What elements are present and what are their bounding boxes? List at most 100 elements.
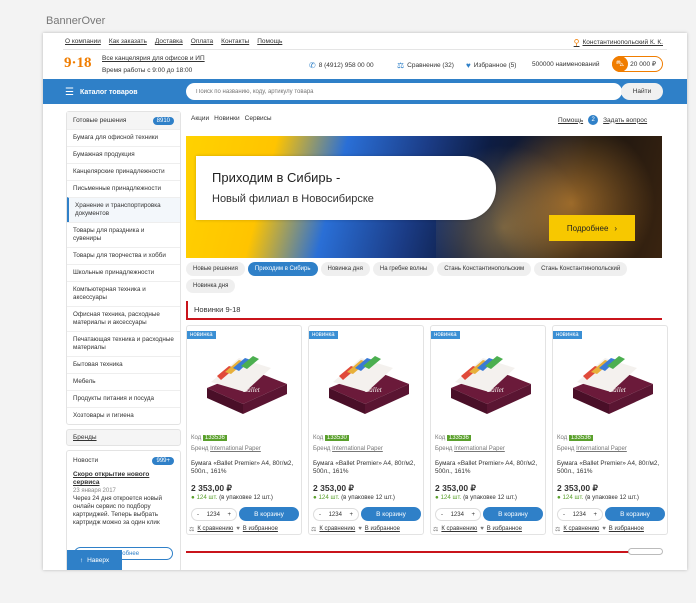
- category-item[interactable]: Товары для творчества и хобби: [67, 247, 180, 264]
- favorite-link[interactable]: В избранное: [243, 526, 278, 533]
- cart-button[interactable]: ⛍ 20 000 ₽: [612, 56, 663, 72]
- logo[interactable]: 9·18: [64, 55, 92, 72]
- product-brand: Бренд International Paper: [435, 446, 505, 452]
- top-link-how-to-order[interactable]: Как заказать: [109, 38, 147, 45]
- product-card[interactable]: новинка Ballet Код 133536 Бренд Internat…: [430, 325, 546, 535]
- category-item[interactable]: Канцелярские принадлежности: [67, 163, 180, 180]
- compare-link[interactable]: ⚖ Сравнение (32): [397, 61, 454, 70]
- category-menu: Готовые решения 8910 Бумага для офисной …: [66, 111, 181, 425]
- add-to-cart-button[interactable]: В корзину: [361, 507, 421, 521]
- plus-icon[interactable]: +: [227, 512, 231, 518]
- catalog-label: Каталог товаров: [79, 89, 138, 96]
- news-count: 999+: [152, 457, 174, 465]
- product-card[interactable]: новинка Ballet Код 133536 Бренд Internat…: [552, 325, 668, 535]
- help-link[interactable]: Помощь: [558, 117, 583, 124]
- plus-icon[interactable]: +: [349, 512, 353, 518]
- nav-promotions[interactable]: Акции: [191, 115, 209, 122]
- heart-icon: ♥: [236, 526, 240, 532]
- tag-chips: Новые решения Приходим в Сибирь Новинка …: [186, 262, 662, 293]
- top-link-help[interactable]: Помощь: [257, 38, 282, 45]
- chip[interactable]: Стань Константинопольский: [534, 262, 628, 276]
- plus-icon[interactable]: +: [471, 512, 475, 518]
- add-to-cart-button[interactable]: В корзину: [605, 507, 665, 521]
- in-stock-dot-icon: ●: [313, 494, 317, 501]
- category-item[interactable]: Школьные принадлежности: [67, 264, 180, 281]
- category-item[interactable]: Мебель: [67, 373, 180, 390]
- minus-icon[interactable]: -: [319, 512, 321, 518]
- top-link-payment[interactable]: Оплата: [191, 38, 213, 45]
- top-link-contacts[interactable]: Контакты: [221, 38, 249, 45]
- brands-link[interactable]: Бренды: [66, 429, 181, 446]
- news-title[interactable]: Скоро открытие нового сервиса: [73, 471, 174, 487]
- chip[interactable]: Новинка дня: [186, 279, 236, 293]
- chip[interactable]: Стань Константинопольским: [437, 262, 532, 276]
- favorites-link[interactable]: ♥ Избранное (5): [466, 61, 516, 70]
- carousel-track: [186, 551, 662, 553]
- add-to-cart-button[interactable]: В корзину: [239, 507, 299, 521]
- category-item[interactable]: Хозтовары и гигиена: [67, 407, 180, 424]
- compare-link[interactable]: К сравнению: [563, 526, 599, 533]
- catalog-button[interactable]: ☰ Каталог товаров: [65, 87, 138, 98]
- phone-number: 8 (4912) 958 00 00: [318, 62, 374, 69]
- cart-total: 20 000 ₽: [630, 61, 656, 68]
- news-label: Новости: [73, 457, 99, 464]
- favorite-link[interactable]: В избранное: [609, 526, 644, 533]
- scales-icon: ⚖: [311, 527, 317, 533]
- category-item[interactable]: Бумажная продукция: [67, 146, 180, 163]
- category-item-active[interactable]: Хранение и транспортировка документов: [67, 197, 180, 222]
- category-item[interactable]: Продукты питания и посуда: [67, 390, 180, 407]
- search-button[interactable]: Найти: [621, 83, 663, 100]
- category-item[interactable]: Печатающая техника и расходные материалы: [67, 331, 180, 356]
- chip[interactable]: Новые решения: [186, 262, 245, 276]
- phone[interactable]: ✆ 8 (4912) 958 00 00: [309, 61, 374, 70]
- minus-icon[interactable]: -: [441, 512, 443, 518]
- ready-solutions[interactable]: Готовые решения 8910: [67, 112, 180, 129]
- category-item[interactable]: Письменные принадлежности: [67, 180, 180, 197]
- tagline[interactable]: Все канцелярия для офисов и ИП: [102, 55, 205, 62]
- hero-banner[interactable]: Приходим в Сибирь - Новый филиал в Новос…: [186, 136, 662, 258]
- quantity-stepper[interactable]: -1234 +: [435, 508, 481, 521]
- category-item[interactable]: Офисная техника, расходные материалы и а…: [67, 306, 180, 331]
- product-price: 2 353,00 ₽: [435, 483, 476, 493]
- scroll-up-button[interactable]: ↑ Наверх: [67, 550, 122, 570]
- sidebar: Готовые решения 8910 Бумага для офисной …: [66, 111, 181, 570]
- category-item[interactable]: Компьютерная техника и аксессуары: [67, 281, 180, 306]
- favorite-link[interactable]: В избранное: [487, 526, 522, 533]
- top-link-about[interactable]: О компании: [65, 38, 101, 45]
- product-name[interactable]: Бумага «Ballet Premier» A4, 80г/м2, 500л…: [557, 460, 665, 476]
- carousel-scroll-thumb[interactable]: [628, 548, 663, 555]
- product-card[interactable]: новинка Ballet Код 133536 Бренд Internat…: [186, 325, 302, 535]
- search-input[interactable]: [186, 83, 622, 100]
- minus-icon[interactable]: -: [563, 512, 565, 518]
- plus-icon[interactable]: +: [593, 512, 597, 518]
- product-name[interactable]: Бумага «Ballet Premier» A4, 80г/м2, 500л…: [435, 460, 543, 476]
- quantity-stepper[interactable]: -1234 +: [191, 508, 237, 521]
- chip[interactable]: Новинка дня: [320, 262, 370, 276]
- product-card[interactable]: новинка Ballet Код 133530 Бренд Internat…: [308, 325, 424, 535]
- nav-new[interactable]: Новинки: [214, 115, 239, 122]
- ask-question-link[interactable]: Задать вопрос: [603, 117, 647, 124]
- nav-services[interactable]: Сервисы: [245, 115, 272, 122]
- compare-link[interactable]: К сравнению: [441, 526, 477, 533]
- quantity-stepper[interactable]: -1234 +: [313, 508, 359, 521]
- chip[interactable]: На гребне волны: [372, 262, 435, 276]
- compare-link[interactable]: К сравнению: [197, 526, 233, 533]
- favorite-link[interactable]: В избранное: [365, 526, 400, 533]
- add-to-cart-button[interactable]: В корзину: [483, 507, 543, 521]
- compare-link[interactable]: К сравнению: [319, 526, 355, 533]
- hero-more-button[interactable]: Подробнее ›: [549, 215, 635, 241]
- city-selector[interactable]: ⚲ Константинопольский К. К.: [574, 38, 663, 47]
- page-label: BannerOver: [46, 15, 106, 27]
- quantity-stepper[interactable]: -1234 +: [557, 508, 603, 521]
- minus-icon[interactable]: -: [197, 512, 199, 518]
- top-link-delivery[interactable]: Доставка: [155, 38, 183, 45]
- category-item[interactable]: Товары для праздника и сувениры: [67, 222, 180, 247]
- product-name[interactable]: Бумага «Ballet Premier» A4, 80г/м2, 500л…: [313, 460, 421, 476]
- category-item[interactable]: Бытовая техника: [67, 356, 180, 373]
- news-date: 23 января 2017: [73, 488, 116, 494]
- product-name[interactable]: Бумага «Ballet Premier» A4, 80г/м2, 500л…: [191, 460, 299, 476]
- chip-active[interactable]: Приходим в Сибирь: [247, 262, 318, 276]
- hero-more-label: Подробнее: [566, 223, 609, 233]
- svg-text:Ballet: Ballet: [609, 386, 627, 394]
- category-item[interactable]: Бумага для офисной техники: [67, 129, 180, 146]
